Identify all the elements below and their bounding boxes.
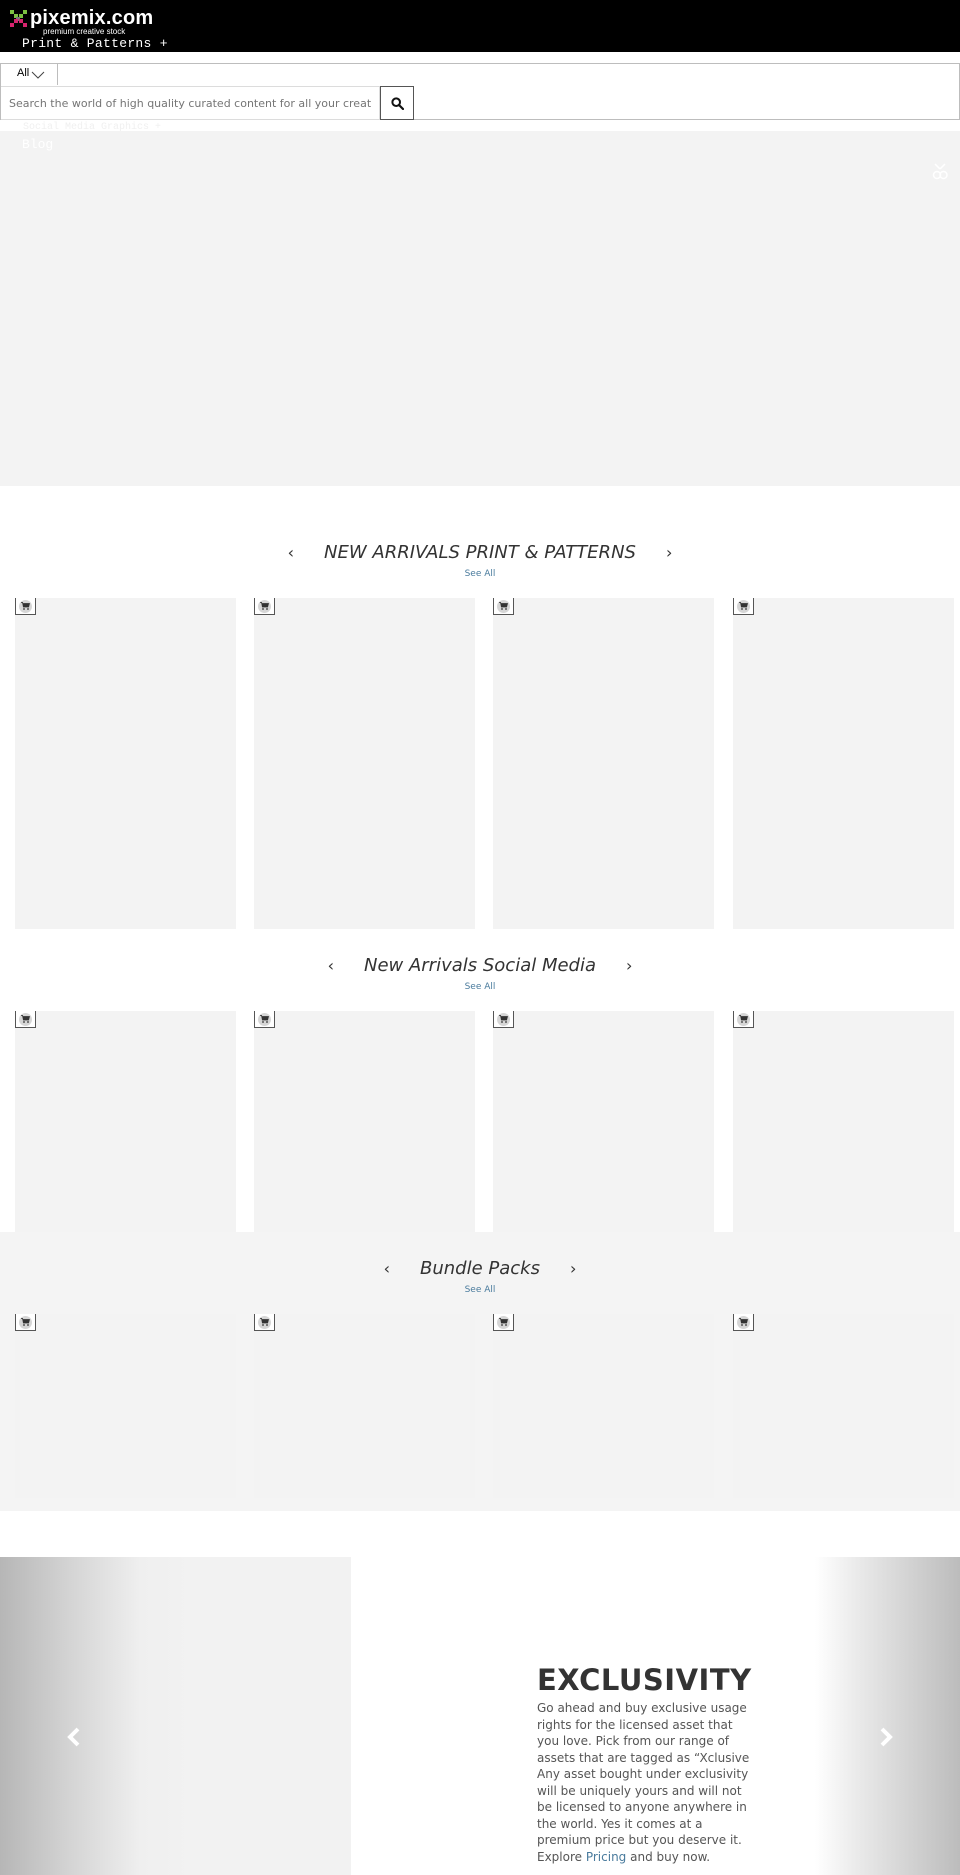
add-to-cart-button[interactable] [493,1314,514,1331]
see-all-link[interactable]: See All [0,569,960,579]
cart-icon [258,1012,271,1026]
exclusivity-description: Go ahead and buy exclusive usage rights … [537,1700,757,1865]
product-card[interactable] [733,598,954,929]
exclusivity-image-panel [0,1557,351,1875]
carousel-next-icon[interactable]: › [626,956,632,975]
logo-text: pixemix.com [30,7,154,29]
exclusivity-text-end: and buy now. [626,1849,711,1864]
section-header-print-patterns: ‹ NEW ARRIVALS PRINT & PATTERNS › See Al… [0,542,960,579]
exclusivity-right-fade [815,1557,960,1875]
cart-icon [258,599,271,613]
search-bar: Social Media Graphics + All [0,63,960,133]
product-card[interactable] [15,1314,236,1498]
product-card[interactable] [493,1314,714,1498]
category-select[interactable]: All [1,64,58,85]
nav-blog[interactable]: Blog [22,137,53,152]
search-button[interactable] [380,86,414,120]
add-to-cart-button[interactable] [493,1011,514,1028]
category-selected-label: All [17,67,30,79]
see-all-link[interactable]: See All [0,1285,960,1295]
product-card[interactable] [15,1011,236,1232]
add-to-cart-button[interactable] [733,598,754,615]
product-card[interactable] [254,598,475,929]
cart-icon [19,1012,32,1026]
carousel-next-icon[interactable]: › [666,543,672,562]
product-card[interactable] [733,1314,954,1498]
product-card[interactable] [15,598,236,929]
logo-x-icon [10,9,27,27]
carousel-prev-icon[interactable]: ‹ [288,543,294,562]
add-to-cart-button[interactable] [733,1314,754,1331]
exclusivity-title: EXCLUSIVITY [537,1663,752,1697]
product-card[interactable] [493,1011,714,1232]
search-input[interactable] [1,86,380,120]
add-to-cart-button[interactable] [254,598,275,615]
slider-next-icon[interactable] [876,1725,896,1749]
add-to-cart-button[interactable] [254,1011,275,1028]
cart-icon [737,1012,750,1026]
cart-icon [737,1315,750,1329]
logo-tagline: premium creative stock [43,27,126,36]
cart-icon [497,599,510,613]
cart-icon [497,1012,510,1026]
product-card[interactable] [254,1011,475,1232]
section-title: Bundle Packs [420,1258,540,1279]
section-title: NEW ARRIVALS PRINT & PATTERNS [324,542,636,563]
slider-prev-icon[interactable] [64,1725,84,1749]
carousel-prev-icon[interactable]: ‹ [328,956,334,975]
hero-banner: Blog [0,131,960,486]
cart-icon [19,599,32,613]
cart-icon [19,1315,32,1329]
carousel-next-icon[interactable]: › [570,1259,576,1278]
product-card[interactable] [733,1011,954,1232]
product-card[interactable] [493,598,714,929]
carousel-prev-icon[interactable]: ‹ [384,1259,390,1278]
logo-link[interactable]: pixemix.com [10,8,153,28]
product-card[interactable] [254,1314,475,1498]
user-icon[interactable] [932,163,948,181]
pricing-link[interactable]: Pricing [586,1850,626,1864]
header-bar: pixemix.com premium creative stock Print… [0,0,960,52]
add-to-cart-button[interactable] [15,1011,36,1028]
add-to-cart-button[interactable] [733,1011,754,1028]
section-header-bundle-packs: ‹ Bundle Packs › See All [0,1258,960,1295]
exclusivity-section: EXCLUSIVITY Go ahead and buy exclusive u… [0,1557,960,1875]
cart-icon [497,1315,510,1329]
add-to-cart-button[interactable] [254,1314,275,1331]
cart-icon [737,599,750,613]
search-icon [390,96,404,110]
chevron-down-icon [31,71,45,79]
cart-icon [258,1315,271,1329]
add-to-cart-button[interactable] [493,598,514,615]
nav-print-patterns[interactable]: Print & Patterns + [22,36,168,51]
section-title: New Arrivals Social Media [363,955,597,976]
see-all-link[interactable]: See All [0,982,960,992]
exclusivity-text: Go ahead and buy exclusive usage rights … [537,1701,750,1864]
add-to-cart-button[interactable] [15,598,36,615]
section-header-social-media: ‹ New Arrivals Social Media › See All [0,955,960,992]
add-to-cart-button[interactable] [15,1314,36,1331]
